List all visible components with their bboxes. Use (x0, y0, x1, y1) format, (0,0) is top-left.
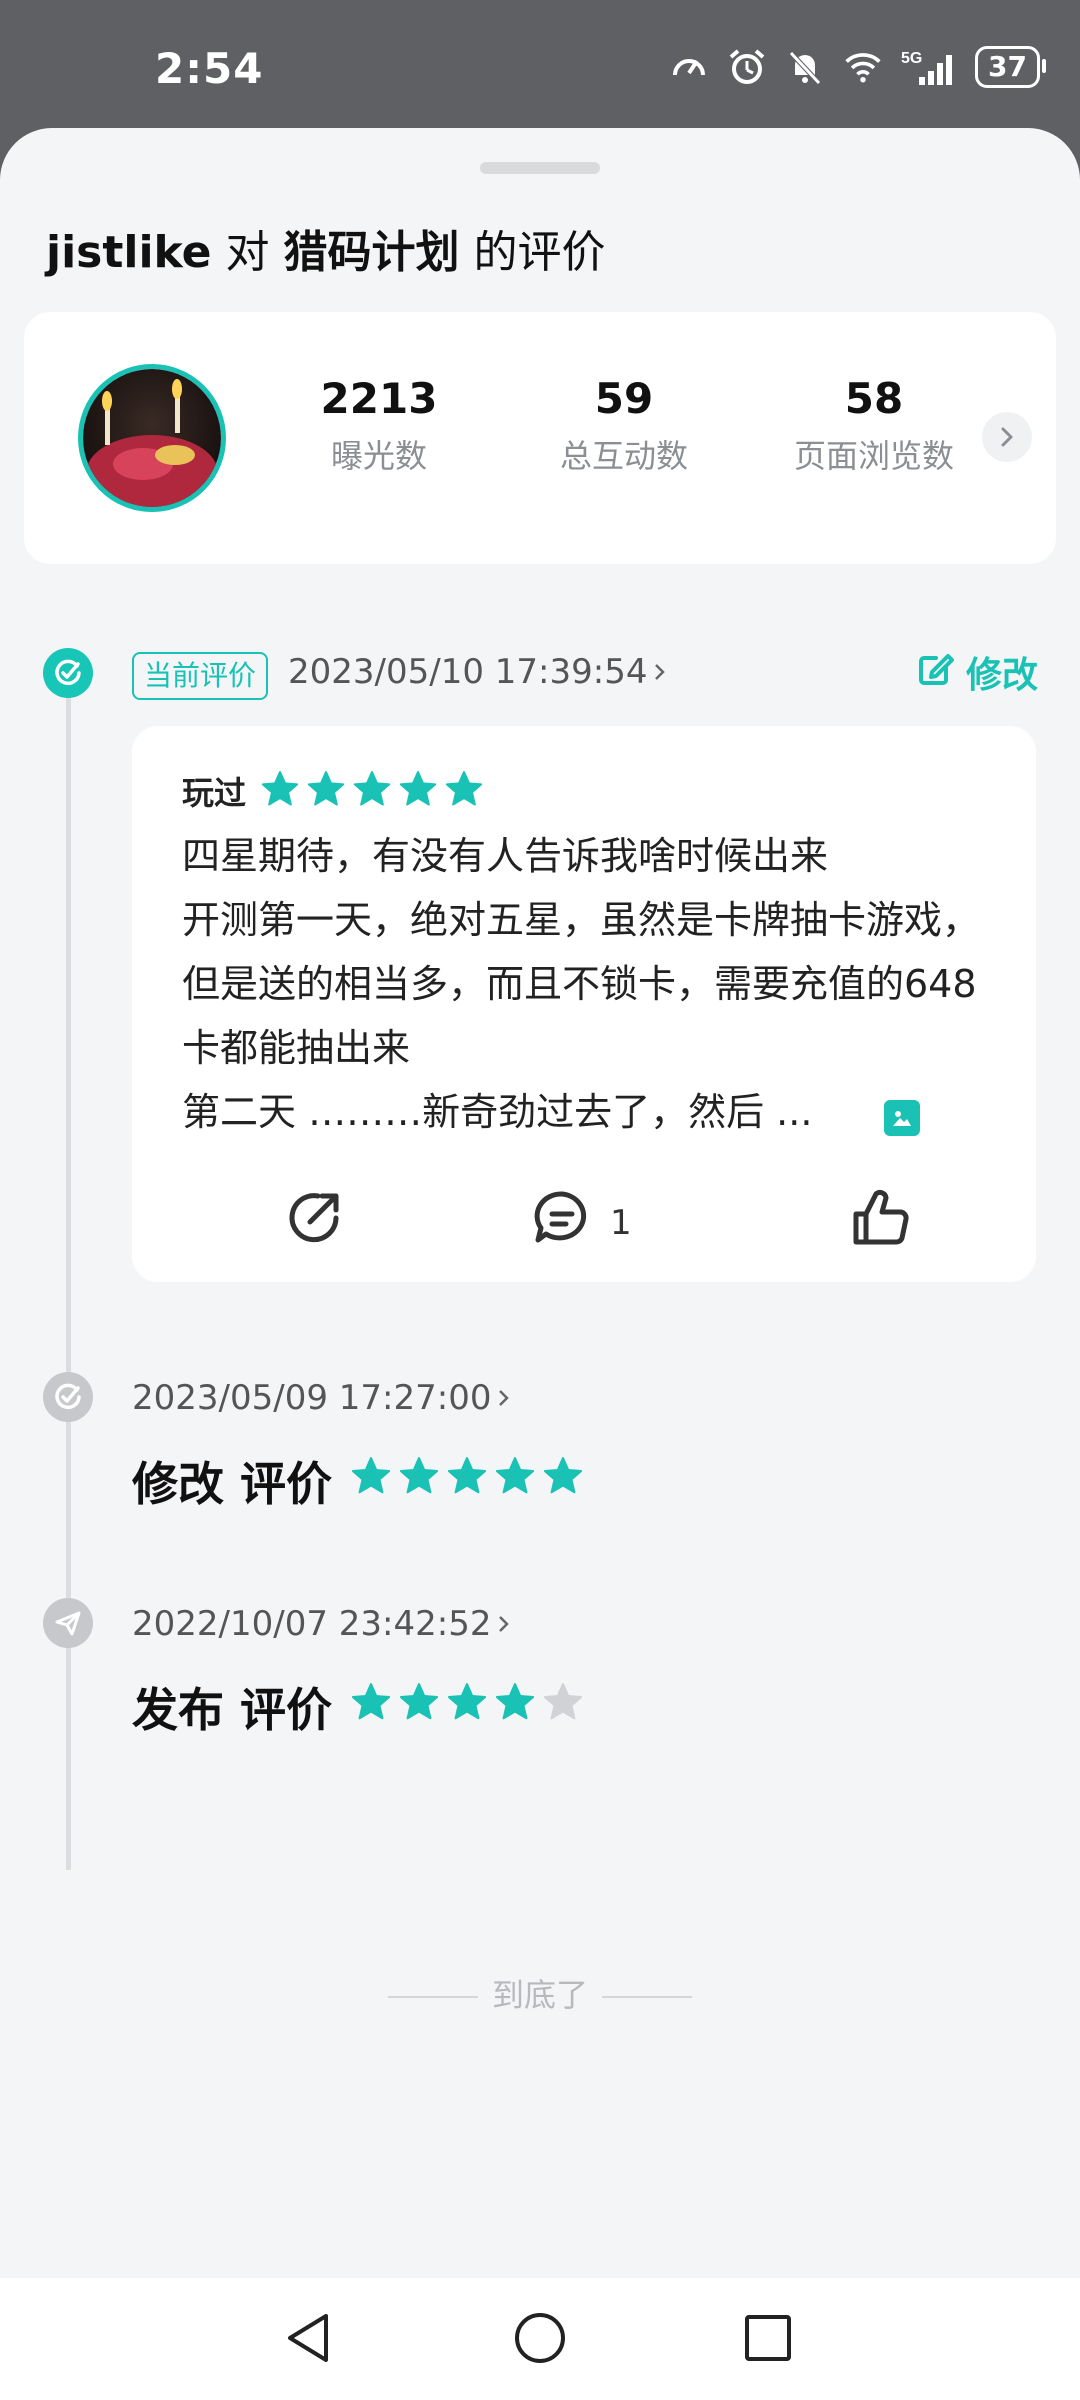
battery-indicator: 37 (975, 46, 1046, 88)
share-button[interactable] (282, 1186, 346, 1259)
played-rating-row: 玩过 (182, 768, 484, 814)
alarm-icon (727, 47, 767, 87)
stat-value: 58 (844, 374, 904, 423)
current-review-date-link[interactable]: 2023/05/10 17:39:54 (288, 652, 667, 692)
like-button[interactable] (848, 1186, 912, 1259)
review-actions: 1 (132, 1186, 1036, 1266)
speedometer-icon (669, 47, 709, 87)
played-label: 玩过 (182, 774, 247, 812)
current-review-date: 2023/05/10 17:39:54 (288, 652, 648, 692)
review-history-sheet: jistlike 对 猎码计划 的评价 2213 曝光数 59 总互动数 58 … (0, 128, 1080, 2278)
history-date-link[interactable]: 2023/05/09 17:27:00 (132, 1378, 511, 1418)
timeline-line (66, 680, 71, 1870)
star-filled-icon (444, 769, 484, 813)
edit-label: 修改 (965, 655, 1038, 696)
star-filled-icon (446, 1680, 488, 1734)
reviewer-name: jistlike (46, 227, 212, 278)
history-date-link[interactable]: 2022/10/07 23:42:52 (132, 1604, 511, 1644)
star-rating (260, 769, 484, 813)
edit-check-icon (43, 1372, 93, 1422)
stat-label: 页面浏览数 (793, 437, 954, 475)
edit-icon (916, 648, 956, 697)
star-filled-icon (350, 1454, 392, 1508)
current-review-card[interactable]: 玩过 四星期待，有没有人告诉我啥时候出来 开测第一天，绝对五星，虽然是卡牌抽卡游… (132, 726, 1036, 1282)
stat-page-views: 58 页面浏览数 (764, 374, 984, 477)
chevron-right-icon (653, 652, 667, 692)
star-filled-icon (446, 1454, 488, 1508)
end-label: 到底了 (491, 1976, 588, 2014)
sheet-drag-handle[interactable] (480, 162, 600, 174)
stat-value: 2213 (320, 374, 438, 423)
sheet-title: jistlike 对 猎码计划 的评价 (46, 216, 605, 280)
star-filled-icon (542, 1454, 584, 1508)
stat-label: 总互动数 (559, 437, 688, 475)
game-name: 猎码计划 (283, 227, 460, 278)
divider (602, 1996, 692, 1998)
system-nav-bar (0, 2278, 1080, 2400)
title-connector: 对 (225, 227, 270, 278)
star-filled-icon (260, 769, 300, 813)
history-action: 修改 评价 (132, 1457, 333, 1511)
back-nav-button[interactable] (278, 2308, 338, 2368)
recents-nav-button[interactable] (738, 2308, 798, 2368)
divider (387, 1996, 478, 1998)
star-filled-icon (352, 769, 392, 813)
star-empty-icon (542, 1680, 584, 1734)
image-attachment-icon[interactable] (884, 1100, 920, 1136)
status-icons: 5G 37 (669, 46, 1046, 88)
send-plane-icon (43, 1598, 93, 1648)
star-filled-icon (398, 1454, 440, 1508)
signal-5g-icon: 5G (901, 47, 957, 87)
chevron-right-icon (497, 1378, 511, 1418)
history-date: 2022/10/07 23:42:52 (132, 1604, 492, 1644)
stat-value: 59 (594, 374, 654, 423)
star-rating (350, 1454, 584, 1508)
comment-count: 1 (610, 1202, 632, 1243)
mute-bell-icon (785, 47, 825, 87)
star-filled-icon (398, 1680, 440, 1734)
avatar[interactable] (78, 364, 226, 512)
share-icon (282, 1186, 346, 1259)
stat-interactions: 59 总互动数 (534, 374, 714, 477)
history-entry-title: 发布 评价 (132, 1674, 584, 1740)
star-filled-icon (494, 1680, 536, 1734)
comment-button[interactable]: 1 (530, 1186, 632, 1259)
thumbs-up-icon (848, 1186, 912, 1259)
title-suffix: 的评价 (473, 227, 606, 278)
current-review-tag: 当前评价 (132, 652, 269, 700)
star-filled-icon (494, 1454, 536, 1508)
stat-label: 曝光数 (330, 437, 427, 475)
comment-icon (530, 1186, 594, 1259)
svg-text:5G: 5G (901, 50, 922, 67)
chevron-right-icon[interactable] (982, 412, 1032, 462)
star-rating (350, 1680, 584, 1734)
edit-review-button[interactable]: 修改 (916, 646, 1038, 698)
status-time: 2:54 (155, 44, 264, 93)
review-text[interactable]: 四星期待，有没有人告诉我啥时候出来 开测第一天，绝对五星，虽然是卡牌抽卡游戏，但… (182, 824, 1002, 1144)
stat-exposure: 2213 曝光数 (294, 374, 464, 477)
star-filled-icon (350, 1680, 392, 1734)
home-nav-button[interactable] (510, 2308, 570, 2368)
star-filled-icon (398, 769, 438, 813)
chevron-right-icon (497, 1604, 511, 1644)
history-action: 发布 评价 (132, 1683, 333, 1737)
history-date: 2023/05/09 17:27:00 (132, 1378, 492, 1418)
stats-card[interactable]: 2213 曝光数 59 总互动数 58 页面浏览数 (24, 312, 1056, 564)
status-bar: 2:54 5G 37 (0, 0, 1080, 130)
star-filled-icon (306, 769, 346, 813)
edit-check-icon (43, 648, 93, 698)
end-of-list-note: 到底了 (0, 1970, 1080, 2016)
history-entry-title: 修改 评价 (132, 1448, 584, 1514)
wifi-icon (843, 47, 883, 87)
